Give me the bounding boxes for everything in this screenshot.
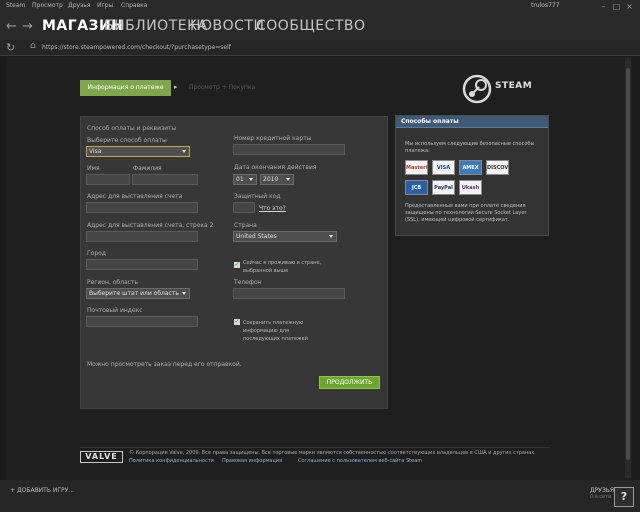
copyright-text: © Корпорация Valve, 2009. Все права защи…	[129, 450, 536, 456]
friends-online-count: 0 в сети	[590, 494, 612, 500]
menu-help[interactable]: Справка	[121, 2, 147, 9]
legal-link[interactable]: Правовая информация	[222, 458, 282, 464]
add-game-button[interactable]: + ДОБАВИТЬ ИГРУ...	[10, 487, 74, 494]
address-bar: ↻ ⌂ https://store.steampowered.com/check…	[0, 40, 640, 56]
billing-address2-label: Адрес для выставления счета, строка 2	[87, 222, 214, 229]
main-nav: ← → МАГАЗИН БИБЛИОТЕКА НОВОСТИ СООБЩЕСТВ…	[0, 14, 640, 40]
visa-icon: VISA	[432, 160, 455, 175]
step-arrow-icon: ▸	[174, 83, 178, 91]
payment-methods-panel: Способы оплаты Мы используем следующие б…	[395, 115, 549, 236]
exp-year-select[interactable]: 2010	[260, 174, 294, 185]
username[interactable]: trulos777	[531, 2, 560, 9]
zip-input[interactable]	[86, 316, 198, 327]
payment-methods-intro: Мы используем следующие безопасные спосо…	[405, 141, 535, 154]
exp-month-select[interactable]: 01	[233, 174, 257, 185]
steam-logo: STEAM	[462, 74, 552, 104]
refresh-icon[interactable]: ↻	[6, 41, 15, 54]
security-help-link[interactable]: Что это?	[259, 205, 286, 212]
review-note: Можно просмотреть заказ перед его отправ…	[87, 361, 242, 368]
forward-arrow-icon[interactable]: →	[22, 19, 33, 34]
url-text[interactable]: https://store.steampowered.com/checkout/…	[42, 44, 231, 51]
country-label: Страна	[234, 222, 257, 229]
friends-button[interactable]: ДРУЗЬЯ	[590, 487, 614, 494]
phone-input[interactable]	[233, 288, 345, 299]
maximize-icon[interactable]: □	[612, 2, 621, 11]
steam-logo-icon	[462, 74, 492, 104]
scrollbar-thumb[interactable]	[626, 68, 630, 460]
phone-label: Телефон	[234, 279, 262, 286]
menu-games[interactable]: Игры	[97, 2, 113, 9]
back-arrow-icon[interactable]: ←	[6, 19, 17, 34]
payment-method-label: Выберите способ оплаты	[87, 137, 167, 144]
steam-logo-text: STEAM	[495, 81, 533, 91]
mastercard-icon: MasterCard	[405, 160, 428, 175]
last-name-input[interactable]	[132, 174, 198, 185]
scrollbar[interactable]	[625, 58, 631, 478]
paypal-icon: PayPal	[432, 180, 455, 195]
menu-steam[interactable]: Steam	[6, 2, 25, 9]
menu-friends[interactable]: Друзья	[68, 2, 90, 9]
security-code-label: Защитный код	[234, 193, 281, 200]
billing-address-input[interactable]	[86, 202, 198, 213]
tab-community[interactable]: СООБЩЕСТВО	[256, 18, 366, 34]
card-number-label: Номер кредитной карты	[234, 135, 312, 142]
section-title: Способ оплаты и реквизиты	[87, 125, 177, 132]
close-icon[interactable]: ×	[625, 2, 634, 11]
first-name-input[interactable]	[86, 174, 130, 185]
zip-label: Почтовый индекс	[87, 307, 143, 314]
billing-address2-input[interactable]	[86, 231, 198, 242]
payment-methods-title: Способы оплаты	[396, 116, 548, 128]
city-input[interactable]	[86, 259, 198, 270]
tab-news[interactable]: НОВОСТИ	[190, 18, 264, 34]
bottom-bar	[0, 480, 640, 512]
valve-logo: VALVE	[80, 451, 123, 463]
jcb-icon: JCB	[405, 180, 428, 195]
country-select[interactable]: United States	[233, 231, 337, 242]
save-info-checkbox[interactable]: ✓	[234, 319, 240, 325]
amex-icon: AMEX	[459, 160, 482, 175]
ssa-link[interactable]: Соглашение с пользователем веб-сайта Ste…	[298, 458, 422, 464]
step-payment-info: Информация о платеже	[80, 80, 171, 96]
payment-method-select[interactable]: Visa	[86, 146, 190, 157]
menu-bar: Steam Просмотр Друзья Игры Справка trulo…	[0, 0, 640, 14]
first-name-label: Имя	[87, 165, 100, 172]
city-label: Город	[87, 250, 106, 257]
add-game-label: ДОБАВИТЬ ИГРУ...	[16, 487, 75, 494]
privacy-link[interactable]: Политика конфиденциальности	[129, 458, 214, 464]
billing-address-label: Адрес для выставления счета	[87, 193, 183, 200]
last-name-label: Фамилия	[133, 165, 162, 172]
region-label: Регион, область	[87, 279, 138, 286]
home-icon[interactable]: ⌂	[30, 41, 36, 51]
ssl-note: Предоставленные вами при оплате сведения…	[405, 203, 527, 223]
reside-checkbox[interactable]: ✓	[234, 262, 240, 268]
save-info-label: Сохранить платежную информацию для после…	[243, 320, 308, 342]
region-select[interactable]: Выберите штат или область	[86, 288, 190, 299]
minimize-icon[interactable]: –	[599, 2, 608, 11]
menu-view[interactable]: Просмотр	[32, 2, 63, 9]
expiration-label: Дата окончания действия	[234, 164, 317, 171]
step-review-purchase: Просмотр + Покупка	[189, 84, 256, 91]
security-code-input[interactable]	[233, 202, 255, 213]
plus-icon: +	[10, 487, 17, 494]
continue-button[interactable]: ПРОДОЛЖИТЬ	[319, 376, 380, 389]
reside-checkbox-label: Сейчас я проживаю в стране, выбранной вы…	[243, 260, 322, 274]
discover-icon: DISCOVER	[486, 160, 509, 175]
help-button[interactable]: ?	[614, 487, 634, 507]
card-number-input[interactable]	[233, 144, 345, 155]
ukash-icon: Ukash	[459, 180, 482, 195]
